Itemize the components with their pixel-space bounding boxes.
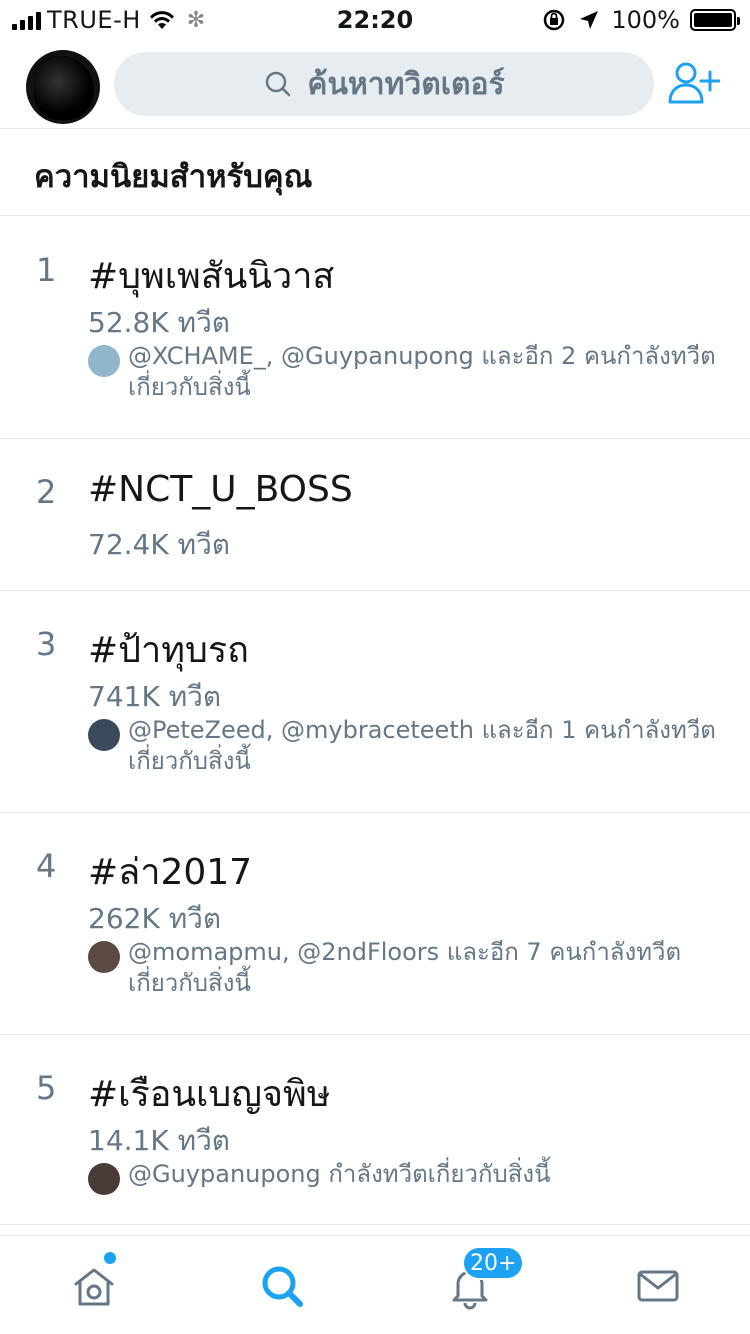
search-placeholder: ค้นหาทวิตเตอร์ [307, 66, 505, 102]
trend-tweet-count: 741K ทวีต [88, 680, 222, 713]
trend-rank: 5 [36, 1069, 57, 1107]
notifications-badge: 20+ [462, 1246, 525, 1280]
trend-context-text: @momapmu, @2ndFloors และอีก 7 คนกำลังทวี… [128, 938, 682, 997]
trend-hashtag[interactable]: #เรือนเบญจพิษ [88, 1065, 330, 1122]
trend-hashtag[interactable]: #NCT_U_BOSS [88, 469, 353, 510]
battery-percent: 100% [611, 6, 680, 34]
trend-rank: 3 [36, 625, 57, 663]
context-avatar [88, 719, 120, 751]
trend-item[interactable]: 3 #ป้าทุบรถ 741K ทวีต @PeteZeed, @mybrac… [0, 591, 750, 813]
trend-item[interactable]: 2 #NCT_U_BOSS 72.4K ทวีต [0, 439, 750, 591]
section-title: ความนิยมสำหรับคุณ [34, 159, 313, 195]
trend-context-text: @Guypanupong กำลังทวีตเกี่ยวกับสิ่งนี้ [128, 1160, 551, 1188]
trend-tweet-count: 262K ทวีต [88, 902, 222, 935]
mail-icon[interactable] [634, 1262, 682, 1310]
trend-tweet-count: 52.8K ทวีต [88, 306, 230, 339]
trend-rank: 2 [36, 473, 57, 511]
search-tab-icon[interactable] [258, 1262, 306, 1310]
trend-context-text: @XCHAME_, @Guypanupong และอีก 2 คนกำลังท… [128, 342, 716, 401]
trend-hashtag[interactable]: #ล่า2017 [88, 843, 252, 900]
context-avatar [88, 1163, 120, 1195]
profile-avatar[interactable] [26, 50, 100, 124]
trends-section-header: ความนิยมสำหรับคุณ [0, 129, 750, 216]
home-new-dot [104, 1252, 116, 1264]
bottom-tab-bar: 20+ [0, 1235, 750, 1334]
trend-item[interactable]: 1 #บุพเพสันนิวาส 52.8K ทวีต @XCHAME_, @G… [0, 217, 750, 439]
top-header: ค้นหาทวิตเตอร์ [0, 40, 750, 129]
trend-rank: 4 [36, 847, 57, 885]
status-bar: TRUE-H ✻ 22:20 100% [0, 0, 750, 40]
rotation-lock-icon [544, 9, 565, 31]
context-avatar [88, 345, 120, 377]
home-icon[interactable] [70, 1262, 118, 1310]
add-user-icon[interactable] [668, 60, 720, 106]
trend-item[interactable]: 5 #เรือนเบญจพิษ 14.1K ทวีต @Guypanupong … [0, 1035, 750, 1225]
trend-hashtag[interactable]: #ป้าทุบรถ [88, 621, 249, 678]
location-arrow-icon [580, 11, 599, 29]
trend-rank: 1 [36, 251, 57, 289]
battery-icon [690, 9, 740, 31]
trend-context-text: @PeteZeed, @mybraceteeth และอีก 1 คนกำลั… [128, 716, 716, 775]
trend-tweet-count: 72.4K ทวีต [88, 528, 230, 561]
trend-hashtag[interactable]: #บุพเพสันนิวาส [88, 247, 334, 304]
context-avatar [88, 941, 120, 973]
search-bar[interactable]: ค้นหาทวิตเตอร์ [114, 52, 654, 116]
trend-tweet-count: 14.1K ทวีต [88, 1124, 230, 1157]
search-icon [266, 71, 291, 97]
trend-item[interactable]: 4 #ล่า2017 262K ทวีต @momapmu, @2ndFloor… [0, 813, 750, 1035]
